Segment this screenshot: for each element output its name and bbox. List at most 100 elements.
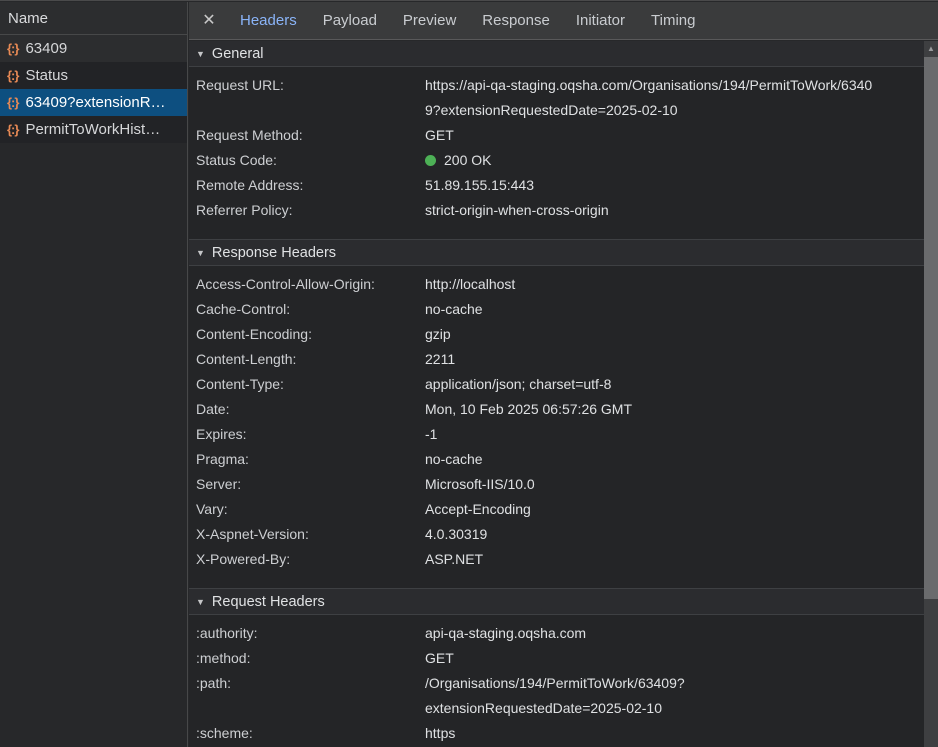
header-value: -1: [425, 422, 437, 447]
header-row: Request Method:GET: [189, 123, 924, 148]
header-row: Access-Control-Allow-Origin:http://local…: [189, 272, 924, 297]
header-value: Accept-Encoding: [425, 497, 531, 522]
request-name-label: 63409: [25, 40, 67, 57]
section-header-response-headers[interactable]: ▼ Response Headers: [189, 239, 924, 266]
header-value: http://localhost: [425, 272, 515, 297]
header-name: Referrer Policy:: [196, 198, 425, 223]
header-value: GET: [425, 123, 454, 148]
header-value-text: http://localhost: [425, 276, 515, 292]
header-name: Server:: [196, 472, 425, 497]
header-name: Content-Type:: [196, 372, 425, 397]
tab-timing[interactable]: Timing: [638, 2, 708, 39]
header-row: Pragma:no-cache: [189, 447, 924, 472]
header-row: :path:/Organisations/194/PermitToWork/63…: [189, 671, 924, 721]
header-name: X-Powered-By:: [196, 547, 425, 572]
request-list-item[interactable]: {:} 63409: [0, 35, 187, 62]
header-row: X-Aspnet-Version:4.0.30319: [189, 522, 924, 547]
header-name: Remote Address:: [196, 173, 425, 198]
header-value: ASP.NET: [425, 547, 483, 572]
header-row: Request URL:https://api-qa-staging.oqsha…: [189, 73, 924, 123]
section-header-general[interactable]: ▼ General: [189, 41, 924, 67]
header-value-text: Mon, 10 Feb 2025 06:57:26 GMT: [425, 401, 632, 417]
header-row: Status Code: 200 OK: [189, 148, 924, 173]
header-value-text: Microsoft-IIS/10.0: [425, 476, 535, 492]
header-row: X-Powered-By:ASP.NET: [189, 547, 924, 572]
request-rows: {:}63409{:}Status{:}63409?extensionR…{:}…: [0, 35, 187, 143]
header-row: Vary:Accept-Encoding: [189, 497, 924, 522]
header-value-text: api-qa-staging.oqsha.com: [425, 625, 586, 641]
header-value: gzip: [425, 322, 451, 347]
header-value-text: GET: [425, 650, 454, 666]
request-details-panel: ✕ HeadersPayloadPreviewResponseInitiator…: [189, 2, 938, 747]
request-list-item[interactable]: {:} 63409?extensionR…: [0, 89, 187, 116]
disclosure-triangle-icon: ▼: [196, 597, 205, 607]
header-value: no-cache: [425, 447, 483, 472]
header-name: Status Code:: [196, 148, 425, 173]
header-name: X-Aspnet-Version:: [196, 522, 425, 547]
section-header-request-headers[interactable]: ▼ Request Headers: [189, 588, 924, 615]
details-tab-bar: ✕ HeadersPayloadPreviewResponseInitiator…: [189, 2, 938, 40]
json-braces-icon: {:}: [7, 95, 18, 110]
header-value: 51.89.155.15:443: [425, 173, 534, 198]
network-request-list: Name {:} 63409 {:} Status {:} 63409?extension…: [0, 2, 188, 747]
header-value: /Organisations/194/PermitToWork/63409? e…: [425, 671, 685, 721]
header-value: Mon, 10 Feb 2025 06:57:26 GMT: [425, 397, 632, 422]
header-value-text: 200 OK: [444, 152, 491, 168]
header-value-text: 4.0.30319: [425, 526, 487, 542]
header-value-text: 51.89.155.15:443: [425, 177, 534, 193]
header-value-text: -1: [425, 426, 437, 442]
section-title: General: [212, 46, 264, 62]
header-value-text: no-cache: [425, 451, 483, 467]
header-name: Request URL:: [196, 73, 425, 123]
header-value: application/json; charset=utf-8: [425, 372, 611, 397]
header-value: 2211: [425, 347, 455, 372]
request-list-item[interactable]: {:} Status: [0, 62, 187, 89]
header-value-text: 2211: [425, 351, 455, 367]
header-value-text: GET: [425, 127, 454, 143]
tab-headers[interactable]: Headers: [227, 2, 310, 39]
header-value-text: https: [425, 725, 455, 741]
header-name: Expires:: [196, 422, 425, 447]
header-value-text: gzip: [425, 326, 451, 342]
header-name: :path:: [196, 671, 425, 721]
header-name: Request Method:: [196, 123, 425, 148]
tab-initiator[interactable]: Initiator: [563, 2, 638, 39]
section-body: :authority:api-qa-staging.oqsha.com:meth…: [189, 615, 924, 747]
section-body: Request URL:https://api-qa-staging.oqsha…: [189, 67, 924, 239]
tab-preview[interactable]: Preview: [390, 2, 469, 39]
header-row: Date:Mon, 10 Feb 2025 06:57:26 GMT: [189, 397, 924, 422]
disclosure-triangle-icon: ▼: [196, 49, 205, 59]
header-row: :authority:api-qa-staging.oqsha.com: [189, 621, 924, 646]
scroll-up-arrow-icon[interactable]: ▲: [924, 41, 938, 56]
header-name: :authority:: [196, 621, 425, 646]
header-row: Content-Length:2211: [189, 347, 924, 372]
header-row: Remote Address:51.89.155.15:443: [189, 173, 924, 198]
json-braces-icon: {:}: [7, 41, 18, 56]
request-name-label: 63409?extensionR…: [25, 94, 165, 111]
header-value-text: Accept-Encoding: [425, 501, 531, 517]
header-value-text: no-cache: [425, 301, 483, 317]
header-row: Expires:-1: [189, 422, 924, 447]
tab-response[interactable]: Response: [469, 2, 563, 39]
scrollbar-thumb[interactable]: [924, 57, 938, 599]
headers-content: ▼ General Request URL:https://api-qa-stagi…: [189, 41, 924, 747]
close-icon[interactable]: ✕: [197, 2, 221, 39]
json-braces-icon: {:}: [7, 68, 18, 83]
name-column-header[interactable]: Name: [0, 2, 187, 35]
request-name-label: Status: [25, 67, 68, 84]
vertical-scrollbar[interactable]: ▲: [924, 41, 938, 747]
header-name: Vary:: [196, 497, 425, 522]
disclosure-triangle-icon: ▼: [196, 248, 205, 258]
header-value: 200 OK: [425, 148, 491, 173]
header-value-text: https://api-qa-staging.oqsha.com/Organis…: [425, 77, 872, 118]
header-row: Cache-Control:no-cache: [189, 297, 924, 322]
header-value-text: ASP.NET: [425, 551, 483, 567]
section-title: Response Headers: [212, 245, 336, 261]
status-ok-dot-icon: [425, 155, 436, 166]
tab-payload[interactable]: Payload: [310, 2, 390, 39]
header-name: Date:: [196, 397, 425, 422]
section-title: Request Headers: [212, 594, 325, 610]
request-name-label: PermitToWorkHist…: [25, 121, 160, 138]
request-list-item[interactable]: {:}PermitToWorkHist…: [0, 116, 187, 143]
header-value: https://api-qa-staging.oqsha.com/Organis…: [425, 73, 872, 123]
